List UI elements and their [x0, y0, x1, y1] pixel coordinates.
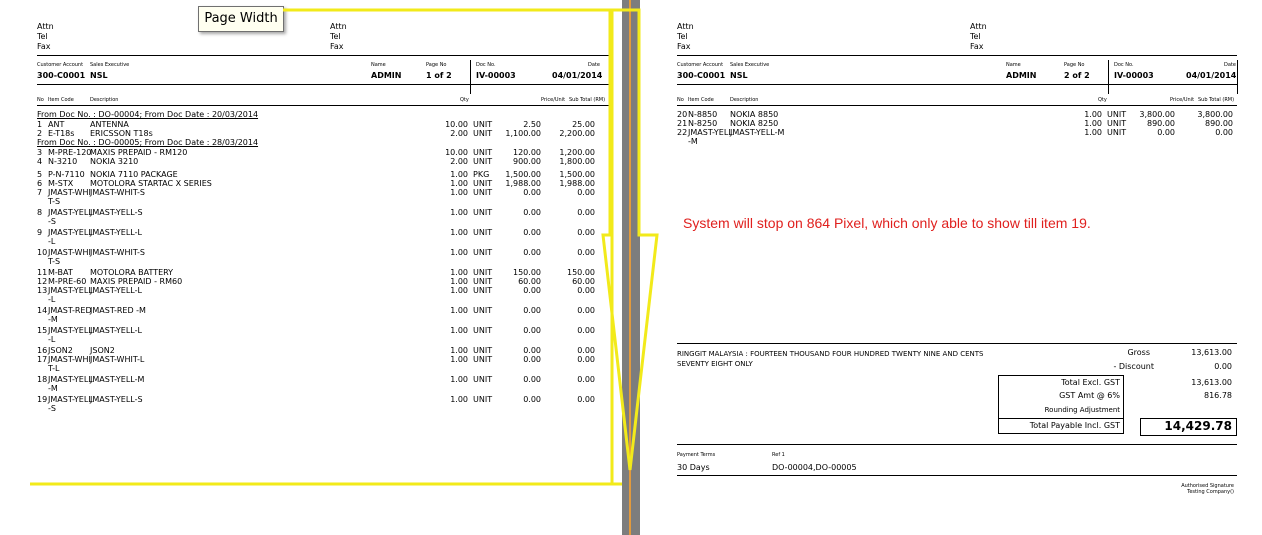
page-width-highlight	[30, 8, 659, 486]
annotation-overlay	[30, 8, 659, 486]
annotation-note: System will stop on 864 Pixel, which onl…	[683, 215, 1091, 231]
